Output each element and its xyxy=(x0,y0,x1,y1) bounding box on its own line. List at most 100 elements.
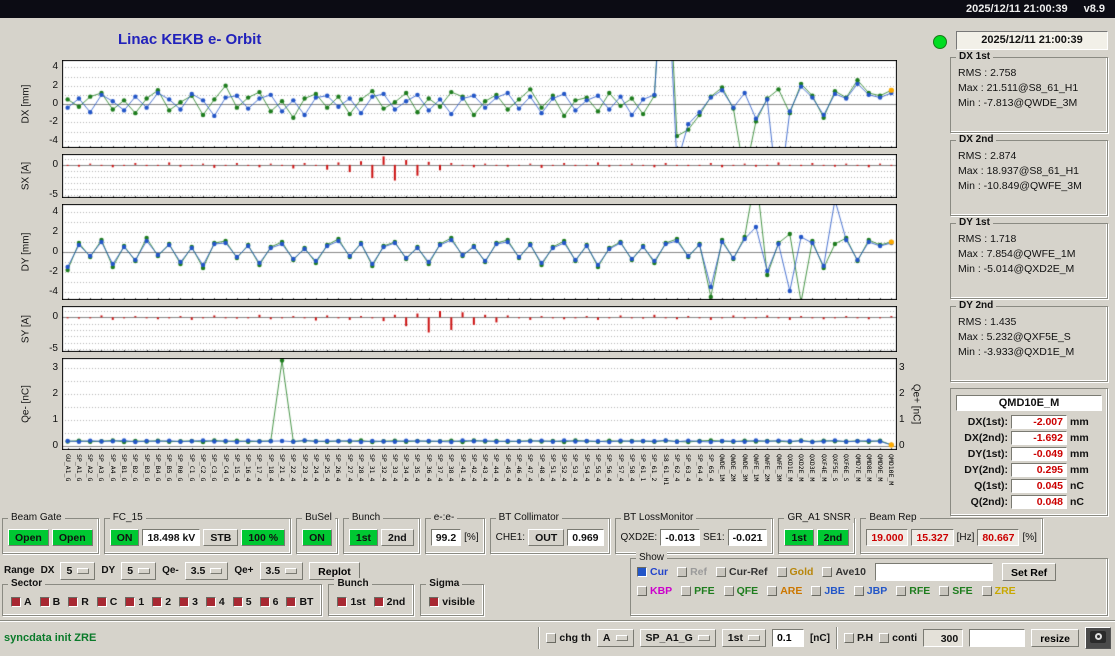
camera-icon[interactable] xyxy=(1085,627,1111,649)
threshold-unit-label: [nC] xyxy=(810,633,830,644)
beam-gate-open-button[interactable]: Open xyxy=(52,529,93,546)
interval-field[interactable]: 300 xyxy=(923,629,963,647)
beam-rep-value-field: 15.327 xyxy=(911,529,953,546)
station-label: QMD7E_M xyxy=(854,454,861,481)
show-checkbox-pfe[interactable] xyxy=(681,586,691,596)
bt-lossmonitor-value-field[interactable]: -0.021 xyxy=(728,529,768,546)
bt-collimator-value-field[interactable]: 0.969 xyxy=(567,529,603,546)
show-checkbox-kbp[interactable] xyxy=(637,586,647,596)
show-label-qfe: QFE xyxy=(737,585,759,597)
bunch-select-group: Bunch1st2nd xyxy=(328,584,414,616)
sigma-title: Sigma xyxy=(426,578,462,589)
chg-th-checkbox-item: chg th xyxy=(546,632,591,644)
station-label: QMD10E_M xyxy=(887,454,894,485)
chg-th-label: chg th xyxy=(559,632,591,644)
sector-checkbox-4[interactable] xyxy=(206,597,216,607)
station-label: QWDE_2M xyxy=(729,454,736,481)
show-checkbox-jbe[interactable] xyxy=(811,586,821,596)
bunch-select-item-1st: 1st xyxy=(337,596,365,608)
threshold-input[interactable] xyxy=(772,629,804,647)
option-menu-icon xyxy=(748,635,760,641)
threshold-mode-dropdown[interactable]: A xyxy=(597,629,634,647)
sector-checkbox-2[interactable] xyxy=(152,597,162,607)
station-label: QXD3E_M xyxy=(808,454,815,481)
fc-15-value-field[interactable]: 18.498 kV xyxy=(142,529,200,546)
ref-file-input[interactable] xyxy=(875,563,993,581)
qmd-row-label: DY(1st): xyxy=(956,448,1008,460)
sector-title: Sector xyxy=(8,578,45,589)
bunch-2nd-button[interactable]: 2nd xyxy=(381,529,414,546)
bunch-select-checkbox-1st[interactable] xyxy=(337,597,347,607)
bt-collimator-out-button[interactable]: OUT xyxy=(528,529,564,546)
qmd-row-value: 0.045 xyxy=(1011,479,1067,493)
station-label: SP_43_4 xyxy=(481,454,488,481)
show-checkbox-jbp[interactable] xyxy=(854,586,864,596)
sigma-checkbox-visible[interactable] xyxy=(429,597,439,607)
sector-checkbox-b[interactable] xyxy=(40,597,50,607)
bunch-select-checkbox-2nd[interactable] xyxy=(374,597,384,607)
beam-gate-open-button[interactable]: Open xyxy=(8,529,49,546)
status-bar: syncdata init ZRE chg th A SP_A1_G 1st [… xyxy=(0,622,1115,654)
extra-input[interactable] xyxy=(969,629,1025,647)
fc-15-100-button[interactable]: 100 % xyxy=(241,529,285,546)
range-dy-label: DY xyxy=(101,565,115,576)
ph-checkbox[interactable] xyxy=(844,633,854,643)
show-checkbox-ref[interactable] xyxy=(677,567,687,577)
station-label: SP_52_4 xyxy=(560,454,567,481)
bunch-1st-button[interactable]: 1st xyxy=(349,529,378,546)
sigma-label-visible: visible xyxy=(442,596,475,608)
bunch-dropdown[interactable]: 1st xyxy=(722,629,766,647)
fc-15-on-button[interactable]: ON xyxy=(110,529,140,546)
show-checkbox-sfe[interactable] xyxy=(939,586,949,596)
station-label: SP_36_4 xyxy=(425,454,432,481)
show-checkbox-rfe[interactable] xyxy=(896,586,906,596)
sector-checkbox-r[interactable] xyxy=(68,597,78,607)
station-label: S8_61_H1 xyxy=(662,454,669,485)
e-e-value-field[interactable]: 99.2 xyxy=(431,529,461,546)
show-checkbox-cur[interactable] xyxy=(637,567,647,577)
show-checkbox-are[interactable] xyxy=(767,586,777,596)
resize-button[interactable]: resize xyxy=(1031,629,1079,647)
conti-checkbox[interactable] xyxy=(879,633,889,643)
monitor-group-title: GR_A1 SNSR xyxy=(784,512,853,523)
stats-group-dx-2nd: DX 2ndRMS : 2.874Max : 18.937@S8_61_H1Mi… xyxy=(950,140,1108,216)
sector-label-a: A xyxy=(24,596,32,608)
range-qe-dropdown[interactable]: 3.5 xyxy=(185,562,229,580)
fc-15-stb-button[interactable]: STB xyxy=(203,529,238,546)
station-label: SP_C4_G xyxy=(222,454,229,481)
show-checkbox-qfe[interactable] xyxy=(724,586,734,596)
bt-lossmonitor-value-field[interactable]: -0.013 xyxy=(660,529,700,546)
replot-button[interactable]: Replot xyxy=(309,562,360,580)
range-dy-value: 5 xyxy=(127,565,133,577)
range-qe-dropdown[interactable]: 3.5 xyxy=(260,562,304,580)
stats-group-dx-1st: DX 1stRMS : 2.758Max : 21.511@S8_61_H1Mi… xyxy=(950,57,1108,133)
device-dropdown[interactable]: SP_A1_G xyxy=(640,629,716,647)
station-label: QWDE_3M xyxy=(741,454,748,481)
chg-th-checkbox[interactable] xyxy=(546,633,556,643)
range-dx-dropdown[interactable]: 5 xyxy=(60,562,95,580)
busel-on-button[interactable]: ON xyxy=(302,529,332,546)
sector-checkbox-a[interactable] xyxy=(11,597,21,607)
station-label: SP_B3_G xyxy=(143,454,150,481)
show-checkbox-ave10[interactable] xyxy=(822,567,832,577)
sector-checkbox-bt[interactable] xyxy=(286,597,296,607)
monitor-group-title: BT LossMonitor xyxy=(621,512,697,523)
qmd-row-dx-2nd: DX(2nd):-1.692mm xyxy=(951,430,1107,446)
sector-checkbox-6[interactable] xyxy=(260,597,270,607)
sector-checkbox-1[interactable] xyxy=(125,597,135,607)
sector-checkbox-c[interactable] xyxy=(97,597,107,607)
gr-a1-snsr-1st-button[interactable]: 1st xyxy=(784,529,813,546)
sector-checkbox-3[interactable] xyxy=(179,597,189,607)
conti-label: conti xyxy=(892,632,917,644)
sector-checkbox-5[interactable] xyxy=(233,597,243,607)
monitor-group-gr-a1-snsr: GR_A1 SNSR1st2nd xyxy=(778,518,855,554)
show-checkbox-zre[interactable] xyxy=(982,586,992,596)
set-ref-button[interactable]: Set Ref xyxy=(1002,563,1056,581)
show-label-rfe: RFE xyxy=(909,585,930,597)
sx-a-axis-label: SX [A] xyxy=(21,162,32,190)
range-dy-dropdown[interactable]: 5 xyxy=(121,562,156,580)
show-checkbox-cur-ref[interactable] xyxy=(716,567,726,577)
option-menu-icon xyxy=(285,568,297,574)
gr-a1-snsr-2nd-button[interactable]: 2nd xyxy=(817,529,850,546)
show-checkbox-gold[interactable] xyxy=(777,567,787,577)
